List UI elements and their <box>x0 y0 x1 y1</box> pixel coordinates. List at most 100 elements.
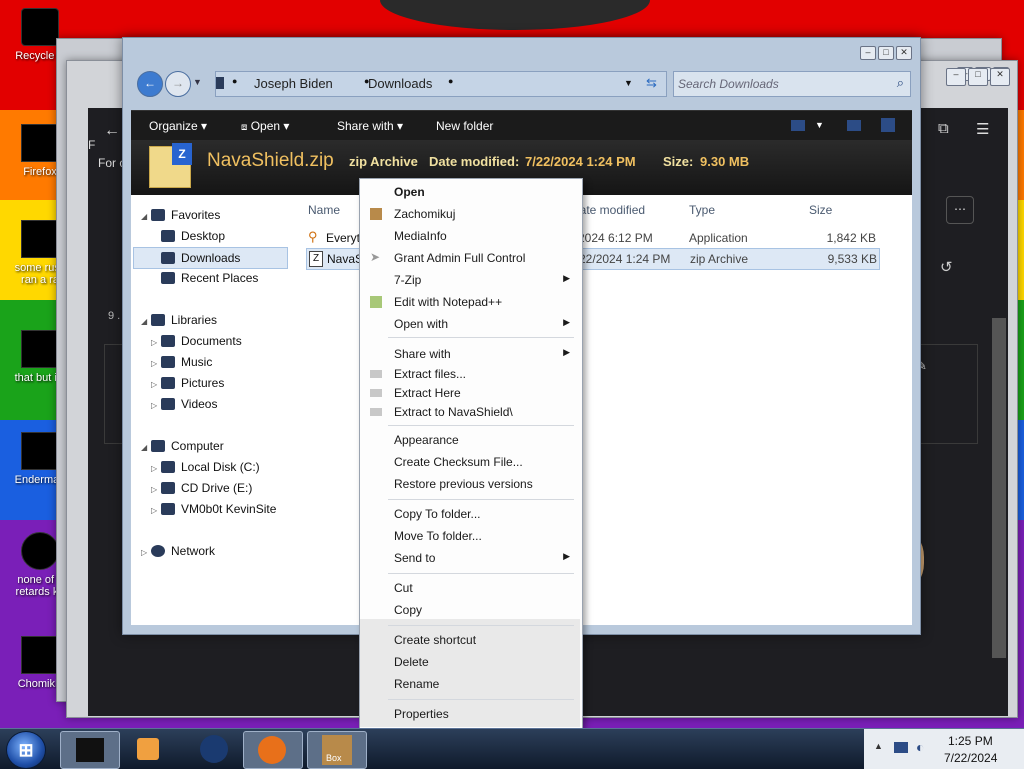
expand-icon[interactable]: ◢ <box>141 212 151 221</box>
menu-7zip[interactable]: 7-Zip ▶ <box>360 270 580 290</box>
nav-recent-places[interactable]: Recent Places <box>161 271 258 285</box>
nav-downloads[interactable]: Downloads <box>133 247 288 269</box>
breadcrumb-user[interactable]: Joseph Biden <box>254 76 333 91</box>
taskbar-media-player[interactable] <box>122 731 180 767</box>
history-icon[interactable]: ↺ <box>940 258 953 276</box>
chomikbox-icon <box>370 208 382 220</box>
preview-pane-icon[interactable] <box>847 120 861 131</box>
submenu-arrow-icon: ▶ <box>563 317 570 327</box>
menu-mediainfo[interactable]: MediaInfo <box>360 226 580 246</box>
network-tray-icon[interactable] <box>894 742 908 753</box>
column-size[interactable]: Size <box>809 203 832 217</box>
menu-delete[interactable]: Delete <box>360 652 580 672</box>
menu-rename[interactable]: Rename <box>360 674 580 694</box>
minimize-icon[interactable]: – <box>946 68 966 86</box>
nav-vm-share[interactable]: ▷ VM0b0t KevinSite <box>151 502 276 516</box>
close-icon[interactable]: ✕ <box>896 46 912 60</box>
start-button[interactable]: ⊞ <box>6 731 46 769</box>
column-type[interactable]: Type <box>689 203 715 217</box>
expand-icon[interactable]: ▷ <box>151 506 161 515</box>
view-icon[interactable] <box>791 120 805 131</box>
nav-documents[interactable]: ▷ Documents <box>151 334 242 348</box>
organize-button[interactable]: Organize ▾ <box>149 119 207 133</box>
breadcrumb-separator-icon[interactable]: ● <box>448 76 453 86</box>
menu-open-with[interactable]: Open with ▶ <box>360 314 580 334</box>
expand-icon[interactable]: ▷ <box>151 401 161 410</box>
address-bar[interactable]: ● Joseph Biden ● Downloads ● ▼ ⇆ <box>215 71 667 97</box>
expand-icon[interactable]: ▷ <box>151 359 161 368</box>
address-dropdown-icon[interactable]: ▼ <box>624 78 633 88</box>
forward-button[interactable]: → <box>165 71 191 97</box>
open-button[interactable]: ⧈ Open ▾ <box>241 119 289 133</box>
menu-zachomikuj[interactable]: Zachomikuj <box>360 204 580 224</box>
view-dropdown-icon[interactable]: ▼ <box>815 120 824 130</box>
menu-extract-files[interactable]: Extract files... <box>360 364 580 384</box>
share-with-button[interactable]: Share with ▾ <box>337 119 403 133</box>
nav-libraries[interactable]: ◢ Libraries <box>141 313 217 327</box>
nav-videos[interactable]: ▷ Videos <box>151 397 217 411</box>
nav-pictures[interactable]: ▷ Pictures <box>151 376 224 390</box>
nav-music[interactable]: ▷ Music <box>151 355 212 369</box>
column-name[interactable]: Name <box>308 203 340 217</box>
menu-icon[interactable]: ☰ <box>976 120 989 138</box>
nav-cd-drive[interactable]: ▷ CD Drive (E:) <box>151 481 252 495</box>
expand-icon[interactable]: ▷ <box>151 485 161 494</box>
expand-icon[interactable]: ▷ <box>141 548 151 557</box>
menu-create-checksum[interactable]: Create Checksum File... <box>360 452 580 472</box>
nav-network[interactable]: ▷ Network <box>141 544 215 558</box>
expand-icon[interactable]: ▷ <box>151 380 161 389</box>
new-folder-button[interactable]: New folder <box>436 119 493 133</box>
folder-icon <box>216 77 224 89</box>
menu-label: Grant Admin Full Control <box>394 251 526 265</box>
breadcrumb-downloads[interactable]: Downloads <box>368 76 432 91</box>
nav-local-disk[interactable]: ▷ Local Disk (C:) <box>151 460 260 474</box>
more-options-icon[interactable]: ⋯ <box>946 196 974 224</box>
clock-time[interactable]: 1:25 PM <box>948 734 993 748</box>
nav-favorites[interactable]: ◢ Favorites <box>141 208 220 222</box>
menu-copy-to-folder[interactable]: Copy To folder... <box>360 504 580 524</box>
menu-open[interactable]: Open <box>360 182 580 202</box>
history-dropdown-icon[interactable]: ▼ <box>193 77 202 87</box>
maximize-icon[interactable]: □ <box>878 46 894 60</box>
nav-computer[interactable]: ◢ Computer <box>141 439 224 453</box>
breadcrumb-separator-icon[interactable]: ● <box>232 76 237 86</box>
menu-cut[interactable]: Cut <box>360 578 580 598</box>
expand-icon[interactable]: ▷ <box>151 338 161 347</box>
clock-date[interactable]: 7/22/2024 <box>944 751 997 765</box>
menu-grant-admin[interactable]: ➤ Grant Admin Full Control <box>360 248 580 268</box>
menu-copy[interactable]: Copy <box>360 600 580 620</box>
menu-appearance[interactable]: Appearance <box>360 430 580 450</box>
menu-restore-versions[interactable]: Restore previous versions <box>360 474 580 494</box>
menu-share-with[interactable]: Share with ▶ <box>360 344 580 364</box>
minimize-icon[interactable]: – <box>860 46 876 60</box>
close-icon[interactable]: ✕ <box>990 68 1010 86</box>
extension-icon[interactable]: ⧉ <box>938 120 949 137</box>
tray-expand-icon[interactable]: ▲ <box>874 741 883 751</box>
menu-properties[interactable]: Properties <box>360 704 580 724</box>
volume-icon[interactable]: ◐ <box>916 739 924 755</box>
menu-extract-here[interactable]: Extract Here <box>360 383 580 403</box>
bg-scrollbar[interactable] <box>992 318 1006 658</box>
search-icon[interactable]: ⌕ <box>897 75 904 91</box>
expand-icon[interactable]: ◢ <box>141 443 151 452</box>
taskbar-chomikbox[interactable]: Box <box>307 731 367 769</box>
back-button[interactable]: ← <box>137 71 163 97</box>
menu-edit-notepad[interactable]: Edit with Notepad++ <box>360 292 580 312</box>
expand-icon[interactable]: ▷ <box>151 464 161 473</box>
back-arrow-icon[interactable]: ← <box>104 122 120 140</box>
menu-extract-to[interactable]: Extract to NavaShield\ <box>360 402 580 422</box>
help-icon[interactable] <box>881 118 895 132</box>
menu-move-to-folder[interactable]: Move To folder... <box>360 526 580 546</box>
menu-label: Open with <box>394 317 449 331</box>
nav-desktop[interactable]: Desktop <box>161 229 225 243</box>
search-input[interactable]: Search Downloads ⌕ <box>673 71 911 97</box>
taskbar-globe[interactable] <box>186 731 244 767</box>
maximize-icon[interactable]: □ <box>968 68 988 86</box>
taskbar-firefox[interactable] <box>243 731 303 769</box>
refresh-icon[interactable]: ⇆ <box>646 75 657 91</box>
taskbar-explorer[interactable] <box>60 731 120 769</box>
system-tray: ▲ ◐ 1:25 PM 7/22/2024 <box>864 729 1024 769</box>
expand-icon[interactable]: ◢ <box>141 317 151 326</box>
menu-create-shortcut[interactable]: Create shortcut <box>360 630 580 650</box>
menu-send-to[interactable]: Send to ▶ <box>360 548 580 568</box>
